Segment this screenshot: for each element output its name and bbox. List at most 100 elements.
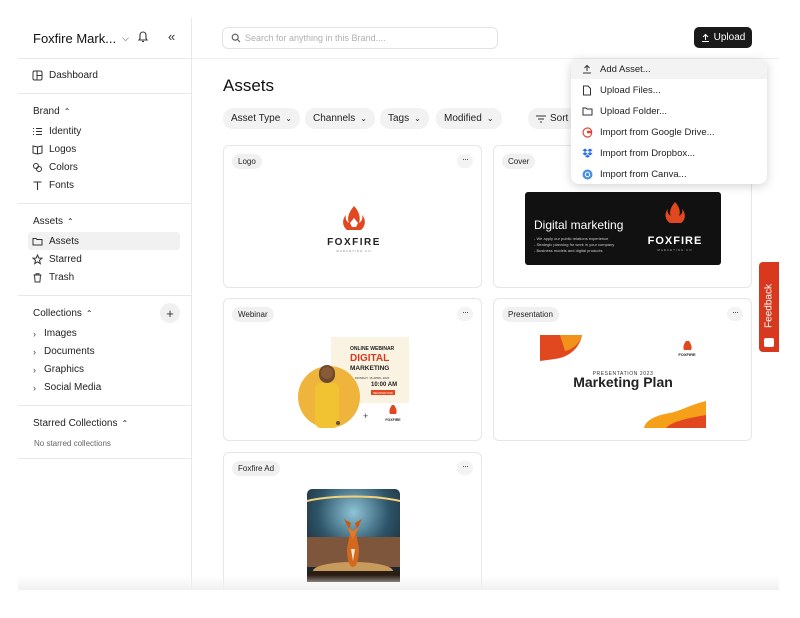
pres-brand: FOXFIRE: [678, 352, 696, 357]
folder-icon: [32, 237, 43, 245]
menu-item-upload-files[interactable]: Upload Files...: [571, 80, 767, 100]
sidebar-item-colors[interactable]: Colors: [28, 158, 180, 176]
asset-card-presentation[interactable]: Presentation ··· FOXFIRE PRESENTATION 20…: [493, 298, 752, 441]
filter-label: Tags: [388, 113, 410, 124]
collection-item-label: Graphics: [44, 364, 85, 375]
logo-sub: MARKETING CO: [336, 249, 371, 253]
more-options-icon[interactable]: ···: [727, 307, 743, 321]
section-starred-collections[interactable]: Starred Collections ⌃: [33, 418, 128, 429]
asset-card-logo[interactable]: Logo ··· FOXFIRE MARKETING CO: [223, 145, 482, 288]
menu-item-import-google-drive[interactable]: Import from Google Drive...: [571, 122, 767, 142]
collection-item-label: Images: [44, 328, 77, 339]
chevron-down-icon: ⌄: [486, 114, 494, 123]
palette-icon: [33, 162, 42, 172]
presentation-thumbnail: FOXFIRE PRESENTATION 2023 Marketing Plan: [540, 335, 706, 428]
foxfire-ad-thumbnail: [307, 489, 400, 582]
bell-icon[interactable]: [136, 30, 150, 44]
more-options-icon[interactable]: ···: [457, 461, 473, 475]
sidebar-item-label: Identity: [49, 125, 82, 137]
canva-icon: [581, 168, 593, 180]
asset-card-foxfire-ad[interactable]: Foxfire Ad ···: [223, 452, 482, 590]
bottom-fade: [18, 575, 779, 590]
more-options-icon[interactable]: ···: [457, 307, 473, 321]
search-input[interactable]: [245, 33, 485, 43]
menu-item-import-canva[interactable]: Import from Canva...: [571, 164, 767, 184]
section-collections-label: Collections: [33, 308, 82, 319]
collapse-sidebar-icon[interactable]: «: [168, 30, 175, 44]
menu-item-label: Upload Files...: [600, 84, 661, 96]
upload-button[interactable]: Upload: [694, 27, 752, 48]
collection-item-social-media[interactable]: › Social Media: [33, 382, 101, 393]
nav-dashboard[interactable]: Dashboard: [28, 66, 180, 84]
sidebar-item-label: Assets: [49, 235, 80, 247]
search-bar[interactable]: [222, 27, 498, 49]
collection-item-graphics[interactable]: › Graphics: [33, 364, 84, 375]
collection-item-documents[interactable]: › Documents: [33, 346, 95, 357]
chevron-right-icon: ›: [33, 382, 36, 393]
chevron-down-icon: ⌵: [122, 32, 129, 43]
sidebar-item-label: Fonts: [49, 179, 75, 191]
section-brand[interactable]: Brand ⌃: [33, 106, 70, 117]
collection-item-images[interactable]: › Images: [33, 328, 77, 339]
file-icon: [581, 84, 593, 96]
divider: [18, 458, 191, 459]
chevron-up-icon: ⌃: [63, 107, 71, 116]
asset-tag: Cover: [502, 154, 536, 169]
asset-tag: Presentation: [502, 307, 559, 322]
section-brand-label: Brand: [33, 106, 60, 117]
sidebar-item-fonts[interactable]: Fonts: [28, 176, 180, 194]
menu-item-upload-folder[interactable]: Upload Folder...: [571, 101, 767, 121]
menu-item-label: Upload Folder...: [600, 105, 668, 117]
sidebar-item-logos[interactable]: Logos: [28, 140, 180, 158]
logo-word: FOXFIRE: [327, 237, 381, 248]
chevron-down-icon: ⌄: [414, 114, 421, 123]
menu-item-label: Import from Canva...: [600, 168, 687, 180]
chevron-right-icon: ›: [33, 328, 36, 339]
webinar-title: DIGITAL: [350, 353, 389, 364]
cover-line: - We apply our public relations experien…: [534, 236, 609, 241]
brand-name: Foxfire Mark...: [33, 30, 117, 46]
brand-switcher[interactable]: Foxfire Mark... ⌵: [33, 28, 183, 48]
chevron-up-icon: ⌃: [67, 217, 74, 226]
sidebar-item-label: Trash: [49, 271, 75, 283]
section-collections[interactable]: Collections ⌃: [33, 308, 93, 319]
filter-channels[interactable]: Channels ⌄: [305, 108, 375, 129]
upload-dropdown-menu: Add Asset... Upload Files... Upload Fold…: [571, 59, 767, 184]
section-assets[interactable]: Assets ⌃: [33, 216, 74, 227]
filter-asset-type[interactable]: Asset Type ⌄: [223, 108, 300, 129]
sidebar-item-assets[interactable]: Assets: [28, 232, 180, 250]
foxfire-logo-thumbnail: FOXFIRE MARKETING CO: [327, 206, 381, 253]
dropbox-icon: [581, 147, 593, 159]
sidebar-item-starred[interactable]: Starred: [28, 250, 180, 268]
webinar-kicker: ONLINE WEBINAR: [350, 346, 395, 352]
google-drive-icon: [581, 126, 593, 138]
cover-brand-sub: MARKETING CO: [657, 248, 692, 252]
add-collection-button[interactable]: +: [160, 303, 180, 323]
chevron-right-icon: ›: [33, 346, 36, 357]
menu-item-label: Import from Google Drive...: [600, 126, 715, 138]
type-icon: [33, 180, 42, 190]
filter-modified[interactable]: Modified ⌄: [436, 108, 502, 129]
sidebar-item-identity[interactable]: Identity: [28, 122, 180, 140]
feedback-tab[interactable]: Feedback: [759, 262, 779, 352]
webinar-time: 10:00 AM: [371, 382, 397, 388]
upload-button-label: Upload: [713, 32, 746, 43]
more-options-icon[interactable]: ···: [457, 154, 473, 168]
cover-title: Digital marketing: [534, 218, 623, 232]
star-icon: [32, 253, 43, 265]
nav-dashboard-label: Dashboard: [49, 69, 98, 81]
webinar-brand: FOXFIRE: [385, 418, 401, 422]
feedback-label: Feedback: [763, 284, 775, 328]
cover-line: - Strategic planning for work in your co…: [534, 242, 614, 247]
filter-tags[interactable]: Tags ⌄: [380, 108, 429, 129]
filter-label: Channels: [313, 113, 356, 124]
sidebar-item-trash[interactable]: Trash: [28, 268, 180, 286]
menu-item-add-asset[interactable]: Add Asset...: [571, 59, 767, 79]
webinar-title-2: MARKETING: [350, 365, 389, 372]
sidebar: Foxfire Mark... ⌵ « Dashboard Brand ⌃ Ide…: [18, 18, 192, 590]
divider: [18, 93, 191, 94]
menu-item-import-dropbox[interactable]: Import from Dropbox...: [571, 143, 767, 163]
asset-card-webinar[interactable]: Webinar ··· ONLINE WEBINAR DIGITAL MARKE…: [223, 298, 482, 441]
section-starred-collections-label: Starred Collections: [33, 418, 118, 429]
webinar-button: REGISTER NOW: [373, 392, 393, 395]
